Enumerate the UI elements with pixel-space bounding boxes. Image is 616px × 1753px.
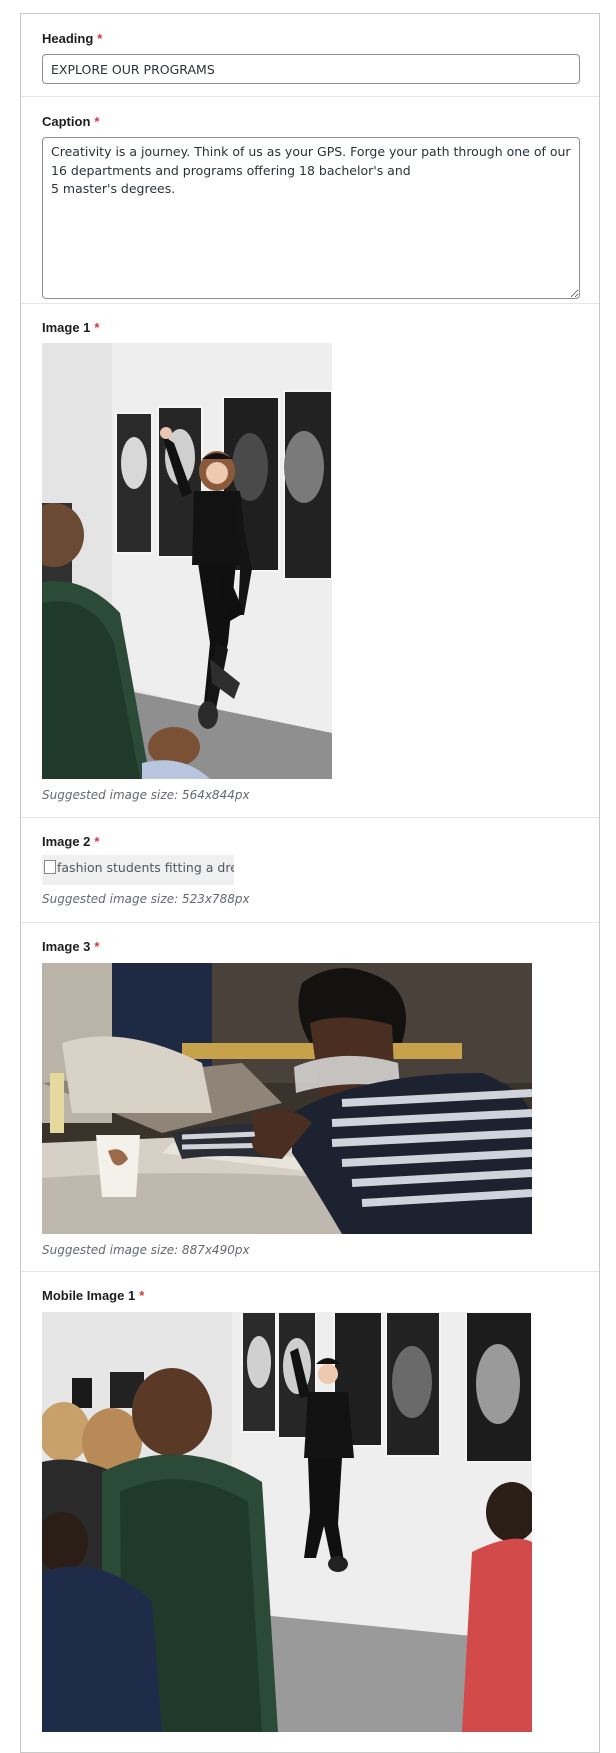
mobile-image1-preview[interactable] [42, 1312, 532, 1732]
heading-input[interactable] [42, 54, 580, 84]
image3-help-text: Suggested image size: 887x490px [42, 1243, 250, 1257]
image1-label: Image 1 * [42, 320, 100, 335]
image1-help-text: Suggested image size: 564x844px [42, 788, 250, 802]
mobile-image1-photo [42, 1312, 532, 1732]
image1-photo [42, 343, 332, 779]
image2-broken-preview[interactable]: fashion students fitting a dress [42, 855, 234, 885]
required-marker: * [139, 1288, 145, 1303]
image2-help-text: Suggested image size: 523x788px [42, 892, 250, 906]
required-marker: * [94, 114, 100, 129]
required-marker: * [94, 834, 100, 849]
custom-fields-panel: Heading* Caption* Creativity is a journe… [20, 13, 600, 1753]
required-marker: * [97, 31, 103, 46]
required-marker: * [94, 939, 100, 954]
caption-label: Caption * [42, 114, 100, 129]
mobile-image1-label: Mobile Image 1 * [42, 1288, 145, 1303]
image3-field: Image 3 * Suggested image size: 887x490p… [21, 923, 599, 1272]
image1-preview[interactable] [42, 343, 332, 779]
heading-field: Heading * [21, 14, 599, 97]
required-marker: * [94, 320, 100, 335]
image3-preview[interactable] [42, 963, 532, 1234]
image3-label: Image 3 * [42, 939, 100, 954]
caption-textarea[interactable]: Creativity is a journey. Think of us as … [42, 137, 580, 299]
heading-label: Heading * [42, 31, 103, 46]
image3-photo [42, 963, 532, 1234]
image2-alt-text: fashion students fitting a dress [57, 860, 234, 875]
mobile-image1-field: Mobile Image 1 * [21, 1272, 599, 1752]
image2-field: Image 2 * fashion students fitting a dres… [21, 818, 599, 923]
caption-field: Caption * Creativity is a journey. Think … [21, 97, 599, 304]
image2-label: Image 2 * [42, 834, 100, 849]
broken-image-icon [44, 860, 56, 874]
image1-field: Image 1 * Suggested image size: 564x844p… [21, 304, 599, 818]
